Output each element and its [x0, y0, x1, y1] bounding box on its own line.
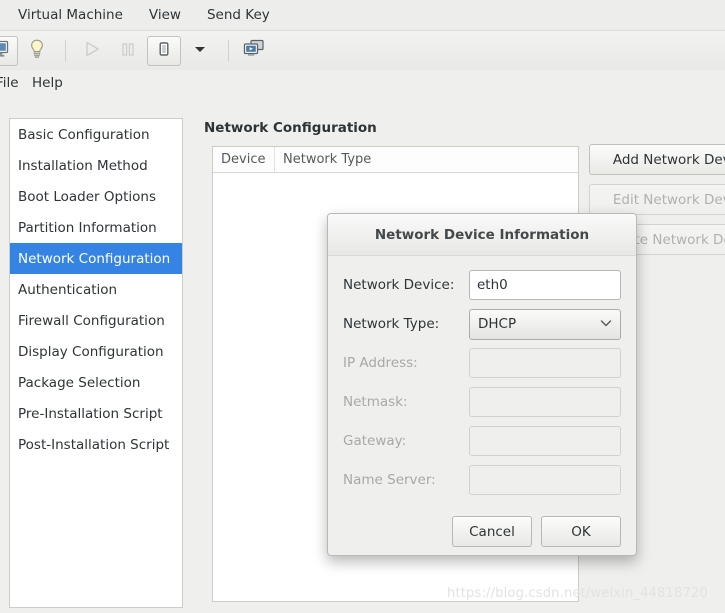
chevron-down-icon [193, 43, 207, 58]
menu-virtual-machine[interactable]: Virtual Machine [16, 5, 125, 25]
button-label: Edit Network Device [612, 191, 725, 208]
sidebar-item-package-selection[interactable]: Package Selection [10, 367, 182, 398]
network-device-information-dialog: Network Device Information Network Devic… [327, 213, 637, 556]
ok-button[interactable]: OK [541, 516, 621, 547]
sidebar-item-label: Display Configuration [18, 343, 164, 360]
sidebar-item-label: Partition Information [18, 219, 157, 236]
show-console-button[interactable] [0, 35, 18, 66]
dialog-title: Network Device Information [374, 226, 590, 243]
sidebar-item-pre-installation-script[interactable]: Pre-Installation Script [10, 398, 182, 429]
edit-network-device-button[interactable]: Edit Network Device [589, 184, 725, 215]
dialog-titlebar: Network Device Information [328, 214, 636, 256]
ip-address-field[interactable] [469, 348, 621, 378]
shutdown-menu-button[interactable] [183, 36, 217, 66]
sidebar-item-label: Authentication [18, 281, 118, 298]
button-label: OK [571, 523, 591, 540]
toolbar [0, 31, 725, 70]
fullscreen-button[interactable] [238, 36, 272, 66]
menu-send-key[interactable]: Send Key [205, 5, 272, 25]
dialog-buttons: Cancel OK [328, 504, 636, 547]
toolbar-separator-1 [65, 39, 66, 62]
sidebar-item-label: Basic Configuration [18, 126, 150, 143]
network-type-label: Network Type: [343, 316, 440, 332]
netmask-row: Netmask: [343, 387, 621, 417]
monitor-icon [0, 40, 11, 62]
cancel-button[interactable]: Cancel [452, 516, 532, 547]
run-button[interactable] [75, 36, 109, 66]
network-type-value: DHCP [478, 316, 517, 332]
add-network-device-button[interactable]: Add Network Device [589, 144, 725, 175]
menu-view[interactable]: View [147, 5, 183, 25]
watermark: https://blog.csdn.net/weixin_44818720 [447, 586, 708, 601]
show-details-button[interactable] [20, 36, 54, 66]
gateway-row: Gateway: [343, 426, 621, 456]
table-header-row: Device Network Type [213, 147, 578, 173]
network-device-row: Network Device: eth0 [343, 270, 621, 300]
sidebar-item-label: Boot Loader Options [18, 188, 156, 205]
network-type-select[interactable]: DHCP [469, 308, 621, 340]
help-label[interactable]: Help [32, 75, 63, 91]
toolbar-sublabels: File Help [0, 70, 725, 100]
network-type-row: Network Type: DHCP [343, 308, 621, 340]
sidebar-item-installation-method[interactable]: Installation Method [10, 150, 182, 181]
play-icon [82, 40, 102, 62]
dialog-body: Network Device: eth0 Network Type: DHCP … [328, 256, 636, 495]
sidebar-item-basic-configuration[interactable]: Basic Configuration [10, 119, 182, 150]
sidebar-item-label: Installation Method [18, 157, 148, 174]
sidebar-item-firewall-configuration[interactable]: Firewall Configuration [10, 305, 182, 336]
network-device-label: Network Device: [343, 277, 455, 293]
button-label: Add Network Device [612, 151, 725, 168]
sidebar-item-label: Network Configuration [18, 250, 171, 267]
name-server-field[interactable] [469, 465, 621, 495]
shutdown-button[interactable] [147, 35, 181, 66]
name-server-row: Name Server: [343, 465, 621, 495]
file-label[interactable]: File [0, 75, 19, 91]
network-device-field[interactable]: eth0 [469, 270, 621, 300]
chevron-down-icon [600, 319, 612, 330]
sidebar-item-authentication[interactable]: Authentication [10, 274, 182, 305]
netmask-label: Netmask: [343, 394, 408, 410]
sidebar-item-network-configuration[interactable]: Network Configuration [10, 243, 182, 274]
sidebar-item-display-configuration[interactable]: Display Configuration [10, 336, 182, 367]
sidebar-item-partition-information[interactable]: Partition Information [10, 212, 182, 243]
configuration-sidebar[interactable]: Basic Configuration Installation Method … [9, 118, 183, 608]
button-label: Cancel [469, 523, 515, 540]
netmask-field[interactable] [469, 387, 621, 417]
shutdown-icon [156, 40, 172, 62]
sidebar-item-label: Post-Installation Script [18, 436, 170, 453]
column-header-device[interactable]: Device [213, 147, 275, 172]
gateway-field[interactable] [469, 426, 621, 456]
sidebar-item-label: Firewall Configuration [18, 312, 165, 329]
gateway-label: Gateway: [343, 433, 407, 449]
name-server-label: Name Server: [343, 472, 436, 488]
menu-bar: Virtual Machine View Send Key [0, 0, 725, 31]
virt-manager-window: Virtual Machine View Send Key ile Help B… [0, 0, 725, 613]
page-title: Network Configuration [204, 120, 377, 136]
pause-button[interactable] [111, 36, 145, 66]
ip-address-row: IP Address: [343, 348, 621, 378]
lightbulb-icon [27, 38, 47, 64]
screens-icon [243, 39, 267, 63]
ip-address-label: IP Address: [343, 355, 418, 371]
toolbar-separator-2 [228, 39, 229, 62]
sidebar-item-boot-loader-options[interactable]: Boot Loader Options [10, 181, 182, 212]
sidebar-item-post-installation-script[interactable]: Post-Installation Script [10, 429, 182, 460]
sidebar-item-label: Package Selection [18, 374, 141, 391]
pause-icon [119, 40, 137, 62]
sidebar-item-label: Pre-Installation Script [18, 405, 163, 422]
column-header-network-type[interactable]: Network Type [275, 147, 578, 172]
